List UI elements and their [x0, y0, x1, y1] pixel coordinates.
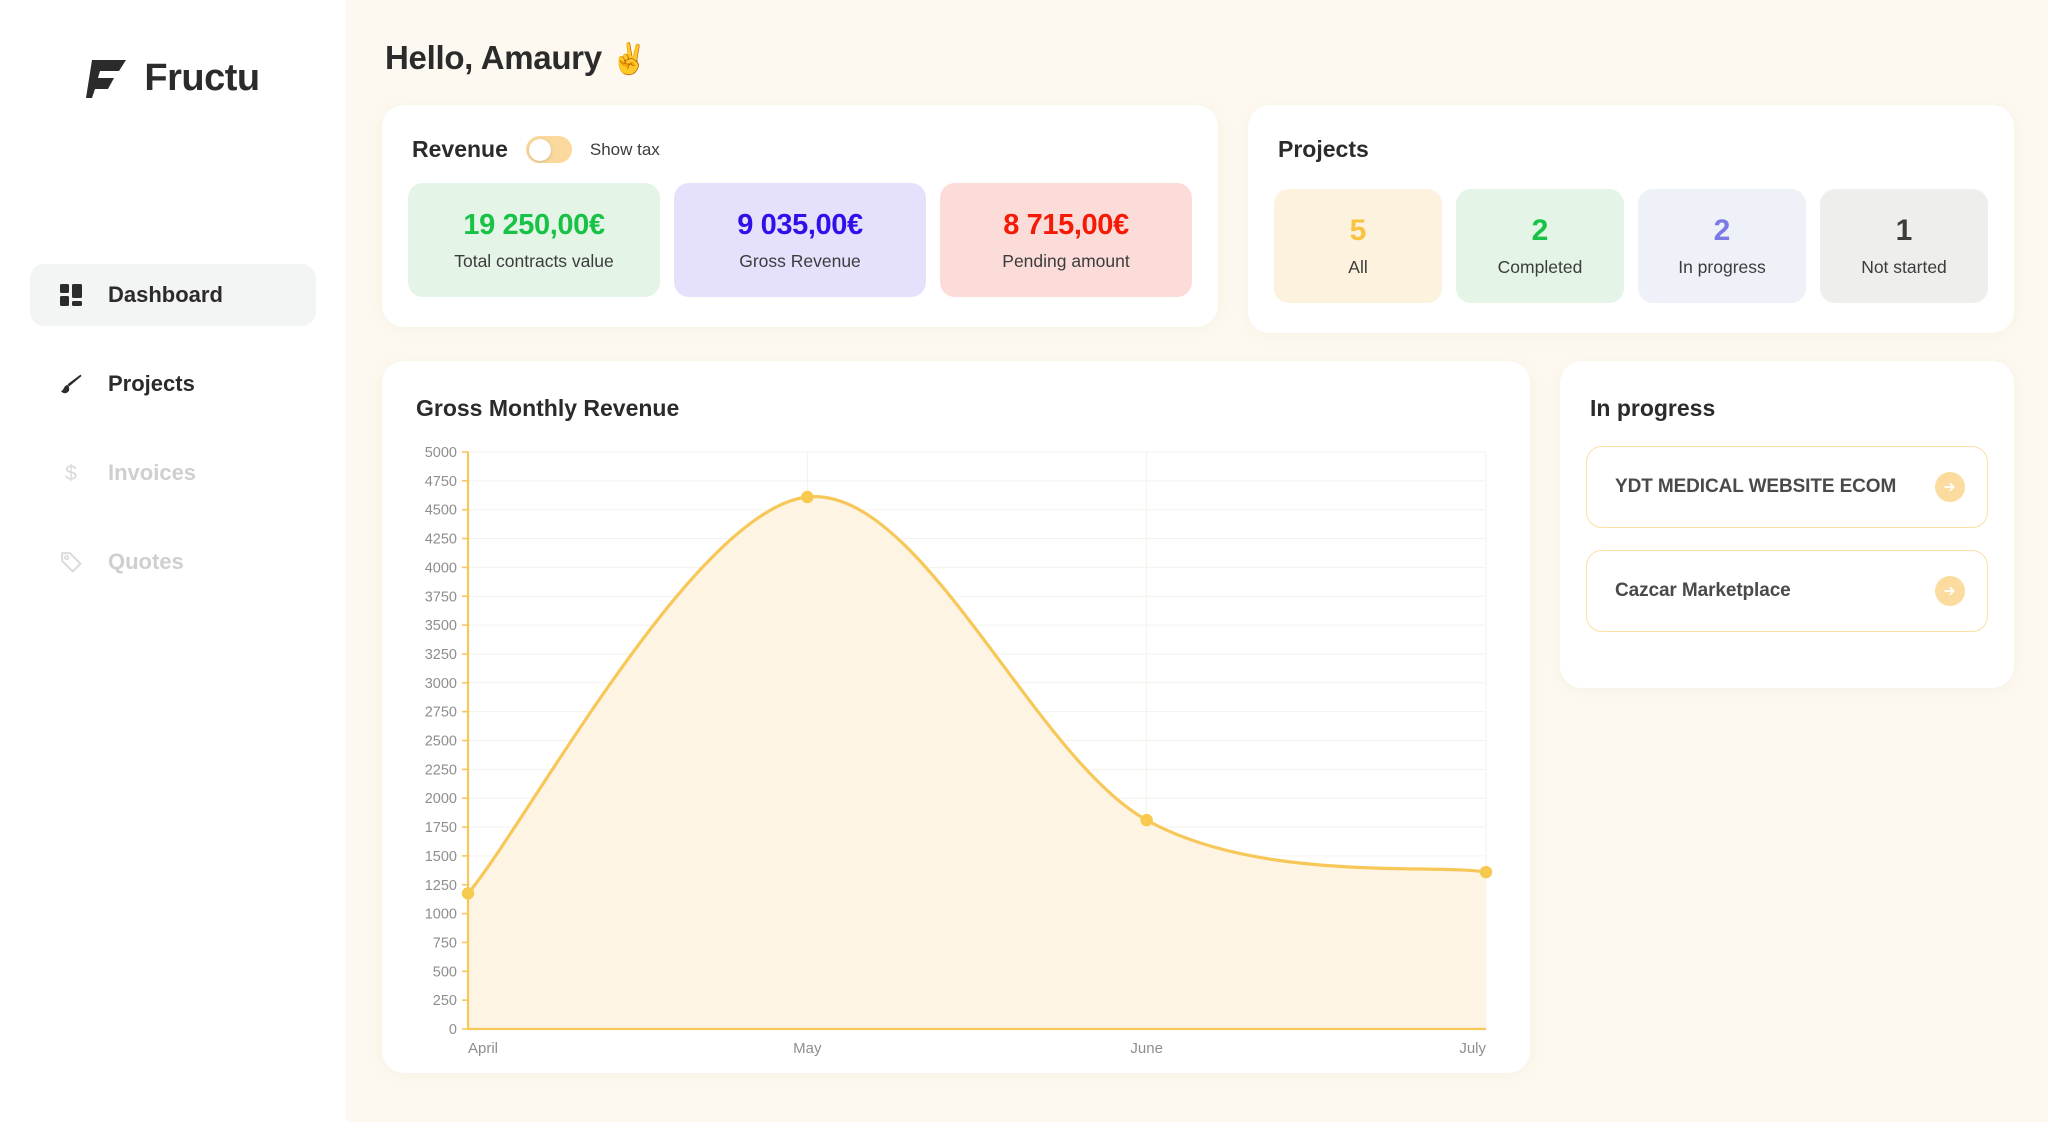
- project-stat-completed[interactable]: 2 Completed: [1456, 189, 1624, 303]
- project-stat-not-started[interactable]: 1 Not started: [1820, 189, 1988, 303]
- arrow-right-icon[interactable]: [1935, 576, 1965, 606]
- sidebar: Fructu Dashboard Projects $ Invoices Quo…: [0, 0, 346, 1122]
- svg-text:3250: 3250: [425, 647, 457, 663]
- in-progress-item[interactable]: YDT MEDICAL WEBSITE ECOM: [1586, 446, 1988, 528]
- stat-value: 1: [1895, 214, 1913, 247]
- page-title: Hello, Amaury ✌️: [385, 39, 2014, 77]
- svg-text:1250: 1250: [425, 878, 457, 894]
- toggle-knob: [528, 138, 551, 161]
- stat-value: 8 715,00€: [1003, 208, 1129, 241]
- svg-text:3000: 3000: [425, 676, 457, 692]
- chart-title: Gross Monthly Revenue: [416, 395, 680, 421]
- svg-text:July: July: [1459, 1040, 1486, 1057]
- stat-value: 19 250,00€: [463, 208, 605, 241]
- stat-value: 5: [1349, 214, 1367, 247]
- sidebar-item-projects[interactable]: Projects: [30, 353, 316, 415]
- svg-text:2500: 2500: [425, 734, 457, 750]
- brand-name: Fructu: [144, 56, 260, 99]
- svg-text:2750: 2750: [425, 705, 457, 721]
- stat-label: In progress: [1678, 257, 1766, 277]
- peace-hand-emoji-icon: ✌️: [610, 43, 648, 76]
- gross-monthly-revenue-card: Gross Monthly Revenue 0 250 500 750 1000 1250…: [382, 361, 1530, 1073]
- svg-text:1000: 1000: [425, 907, 457, 923]
- top-row: Revenue Show tax 19 250,00€ Total contra…: [382, 105, 2014, 333]
- svg-text:4250: 4250: [425, 532, 457, 548]
- svg-text:0: 0: [449, 1022, 457, 1038]
- in-progress-card: In progress YDT MEDICAL WEBSITE ECOM Caz…: [1560, 361, 2014, 688]
- project-stat-all[interactable]: 5 All: [1274, 189, 1442, 303]
- projects-title: Projects: [1278, 136, 1369, 162]
- svg-text:2000: 2000: [425, 791, 457, 807]
- main-content: Hello, Amaury ✌️ Revenue Show tax 19 250…: [346, 0, 2048, 1122]
- sidebar-item-quotes[interactable]: Quotes: [30, 531, 316, 593]
- sidebar-item-label: Dashboard: [108, 282, 223, 307]
- stat-pending-amount[interactable]: 8 715,00€ Pending amount: [940, 183, 1192, 297]
- stat-value: 2: [1713, 214, 1731, 247]
- svg-text:500: 500: [433, 964, 457, 980]
- project-name: Cazcar Marketplace: [1615, 580, 1791, 601]
- dollar-sign-icon: $: [58, 460, 84, 486]
- bottom-row: Gross Monthly Revenue 0 250 500 750 1000 1250…: [382, 361, 2014, 1073]
- stat-value: 2: [1531, 214, 1549, 247]
- svg-text:$: $: [65, 462, 77, 485]
- stat-gross-revenue[interactable]: 9 035,00€ Gross Revenue: [674, 183, 926, 297]
- fructu-f-logo-icon: [86, 58, 128, 98]
- svg-text:5000: 5000: [425, 445, 457, 461]
- svg-text:1750: 1750: [425, 820, 457, 836]
- svg-text:3750: 3750: [425, 589, 457, 605]
- tag-icon: [58, 549, 84, 575]
- sidebar-item-dashboard[interactable]: Dashboard: [30, 264, 316, 326]
- svg-text:4500: 4500: [425, 503, 457, 519]
- sidebar-item-label: Quotes: [108, 549, 184, 574]
- sidebar-nav: Dashboard Projects $ Invoices Quotes: [0, 264, 346, 593]
- svg-text:April: April: [468, 1040, 498, 1057]
- svg-text:250: 250: [433, 993, 457, 1009]
- project-name: YDT MEDICAL WEBSITE ECOM: [1615, 476, 1897, 497]
- sidebar-item-invoices[interactable]: $ Invoices: [30, 442, 316, 504]
- stat-label: Not started: [1861, 257, 1947, 277]
- revenue-area-chart: 0 250 500 750 1000 1250 1500 1750 2000 2250 2500 27…: [412, 444, 1500, 1069]
- project-stat-in-progress[interactable]: 2 In progress: [1638, 189, 1806, 303]
- stat-label: All: [1348, 257, 1368, 277]
- stat-total-contracts-value[interactable]: 19 250,00€ Total contracts value: [408, 183, 660, 297]
- svg-text:1500: 1500: [425, 849, 457, 865]
- stat-label: Total contracts value: [454, 250, 614, 271]
- stat-label: Gross Revenue: [739, 250, 861, 271]
- in-progress-item[interactable]: Cazcar Marketplace: [1586, 550, 1988, 632]
- show-tax-label: Show tax: [589, 139, 660, 159]
- chart-canvas: 0 250 500 750 1000 1250 1500 1750 2000 2250 2500 27…: [425, 445, 1493, 1057]
- stat-value: 9 035,00€: [737, 208, 863, 241]
- brand-logo[interactable]: Fructu: [0, 42, 346, 114]
- stat-label: Completed: [1497, 257, 1583, 277]
- sidebar-item-label: Projects: [108, 371, 195, 396]
- svg-text:4750: 4750: [425, 474, 457, 490]
- sidebar-item-label: Invoices: [108, 460, 197, 485]
- revenue-header: Revenue Show tax: [412, 136, 1192, 163]
- svg-text:750: 750: [433, 935, 457, 951]
- svg-text:3500: 3500: [425, 618, 457, 634]
- svg-text:June: June: [1130, 1040, 1163, 1057]
- projects-card: Projects 5 All 2 Completed 2 In progress: [1248, 105, 2014, 333]
- in-progress-title: In progress: [1590, 395, 1716, 421]
- app-root: Fructu Dashboard Projects $ Invoices Quo…: [0, 0, 2048, 1122]
- paintbrush-icon: [58, 371, 84, 397]
- arrow-right-icon[interactable]: [1935, 472, 1965, 502]
- revenue-card: Revenue Show tax 19 250,00€ Total contra…: [382, 105, 1218, 327]
- svg-text:2250: 2250: [425, 762, 457, 778]
- revenue-title: Revenue: [412, 136, 508, 162]
- projects-stats: 5 All 2 Completed 2 In progress 1 Not st…: [1274, 189, 1988, 303]
- grid-dashboard-icon: [58, 282, 84, 308]
- revenue-stats: 19 250,00€ Total contracts value 9 035,0…: [408, 183, 1192, 297]
- svg-text:4000: 4000: [425, 560, 457, 576]
- greeting-text: Hello, Amaury: [385, 39, 602, 76]
- svg-text:May: May: [793, 1040, 822, 1057]
- stat-label: Pending amount: [1002, 250, 1130, 271]
- show-tax-toggle[interactable]: [525, 136, 572, 163]
